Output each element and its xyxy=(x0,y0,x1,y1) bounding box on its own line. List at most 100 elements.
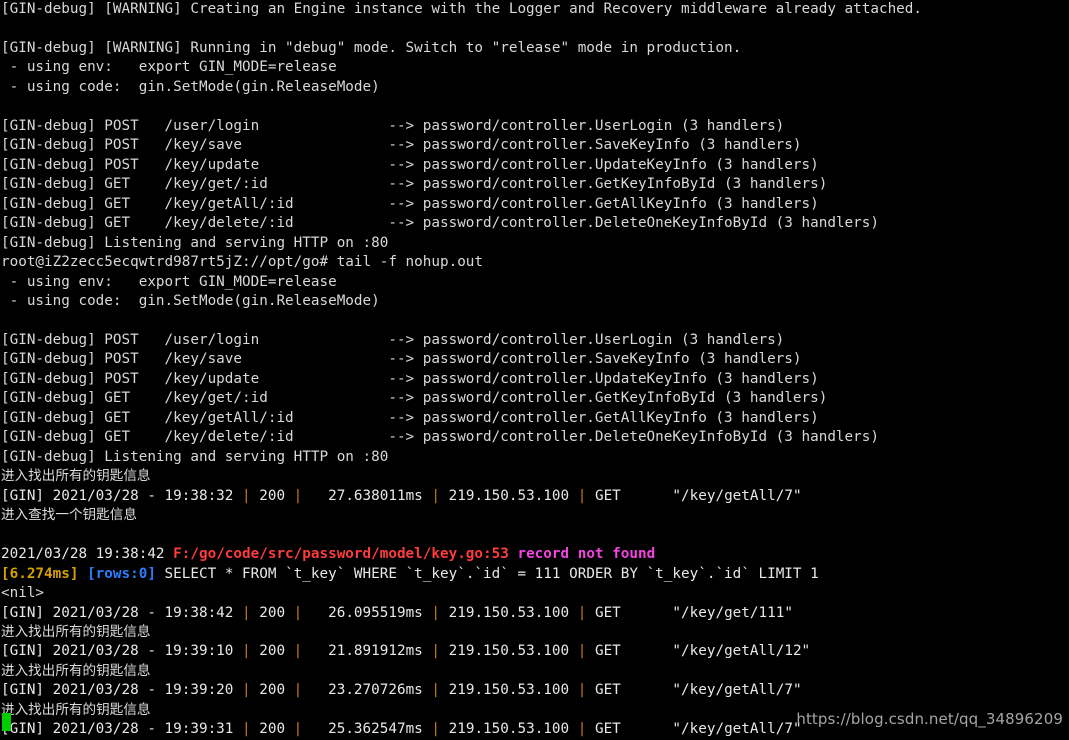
terminal-text-segment: | xyxy=(242,487,251,504)
terminal-line: [GIN-debug] POST /user/login --> passwor… xyxy=(0,117,1069,136)
terminal-cursor xyxy=(2,713,11,731)
terminal-output[interactable]: [GIN-debug] [WARNING] Creating an Engine… xyxy=(0,0,1069,740)
terminal-line: - using env: export GIN_MODE=release xyxy=(0,273,1069,292)
terminal-text-segment: 200 xyxy=(250,487,294,504)
terminal-text-segment: 进入找出所有的钥匙信息 xyxy=(1,624,151,640)
terminal-text-segment: 219.150.53.100 xyxy=(440,721,578,738)
terminal-text-segment: [GIN-debug] POST /user/login --> passwor… xyxy=(1,117,785,134)
terminal-text-segment: [GIN-debug] GET /key/getAll/:id --> pass… xyxy=(1,409,819,426)
terminal-line: [GIN] 2021/03/28 - 19:38:32 | 200 | 27.6… xyxy=(0,487,1069,506)
terminal-line: [GIN-debug] POST /key/save --> password/… xyxy=(0,350,1069,369)
terminal-text-segment: <nil> xyxy=(1,585,45,602)
terminal-text-segment: [GIN-debug] GET /key/delete/:id --> pass… xyxy=(1,215,879,232)
terminal-text-segment: | xyxy=(293,604,303,621)
terminal-text-segment: - using code: gin.SetMode(gin.ReleaseMod… xyxy=(1,293,380,310)
terminal-text-segment: [GIN-debug] POST /key/update --> passwor… xyxy=(1,370,819,387)
terminal-text-segment: [GIN-debug] GET /key/delete/:id --> pass… xyxy=(1,429,879,446)
terminal-text-segment: 200 xyxy=(250,682,294,699)
terminal-text-segment: [GIN-debug] GET /key/get/:id --> passwor… xyxy=(1,176,828,193)
terminal-line: - using code: gin.SetMode(gin.ReleaseMod… xyxy=(0,292,1069,311)
terminal-line: [GIN-debug] GET /key/delete/:id --> pass… xyxy=(0,428,1069,447)
terminal-text-segment: | xyxy=(431,604,441,621)
terminal-line: - using code: gin.SetMode(gin.ReleaseMod… xyxy=(0,78,1069,97)
terminal-line: 进入找出所有的钥匙信息 xyxy=(0,662,1069,681)
terminal-text-segment: GET "/key/get/111" xyxy=(586,604,793,621)
terminal-text-segment: GET "/key/getAll/7" xyxy=(586,487,802,504)
terminal-text-segment: 219.150.53.100 xyxy=(440,487,578,504)
terminal-text-segment: | xyxy=(431,487,441,504)
terminal-text-segment: | xyxy=(293,643,303,660)
terminal-line: - using env: export GIN_MODE=release xyxy=(0,58,1069,77)
terminal-line: <nil> xyxy=(0,584,1069,603)
terminal-text-segment: [GIN-debug] GET /key/get/:id --> passwor… xyxy=(1,390,828,407)
terminal-text-segment: 23.270726ms xyxy=(302,682,432,699)
terminal-line: [GIN-debug] POST /user/login --> passwor… xyxy=(0,331,1069,350)
terminal-text-segment: F:/go/code/src/password/model/key.go:53 xyxy=(173,546,509,563)
terminal-text-segment: [rows:0] xyxy=(87,565,156,582)
terminal-text-segment: 进入找出所有的钥匙信息 xyxy=(1,662,151,679)
terminal-text-segment: 27.638011ms xyxy=(302,487,432,504)
terminal-text-segment: [GIN-debug] Listening and serving HTTP o… xyxy=(1,448,389,465)
terminal-text-segment: 219.150.53.100 xyxy=(440,604,578,621)
terminal-text-segment: root@iZ2zecc5ecqwtrd987rt5jZ://opt/go# t… xyxy=(1,254,484,271)
terminal-line: [GIN-debug] GET /key/getAll/:id --> pass… xyxy=(0,195,1069,214)
terminal-text-segment: | xyxy=(431,721,441,738)
terminal-text-segment: [GIN] 2021/03/28 - 19:39:10 xyxy=(1,643,243,660)
terminal-line: [GIN-debug] GET /key/getAll/:id --> pass… xyxy=(0,409,1069,428)
terminal-line: [GIN-debug] POST /key/save --> password/… xyxy=(0,136,1069,155)
terminal-line: [GIN-debug] POST /key/update --> passwor… xyxy=(0,370,1069,389)
terminal-text-segment: | xyxy=(242,682,251,699)
terminal-line: 进入找出所有的钥匙信息 xyxy=(0,467,1069,486)
terminal-text-segment: 200 xyxy=(250,721,294,738)
terminal-text-segment: [6.274ms] xyxy=(1,565,88,582)
terminal-line: [GIN-debug] [WARNING] Running in "debug"… xyxy=(0,39,1069,58)
terminal-line: [GIN-debug] Listening and serving HTTP o… xyxy=(0,448,1069,467)
terminal-text-segment: [GIN-debug] GET /key/getAll/:id --> pass… xyxy=(1,195,819,212)
terminal-text-segment: | xyxy=(431,682,441,699)
terminal-text-segment: | xyxy=(242,721,251,738)
terminal-text-segment: | xyxy=(431,643,441,660)
terminal-text-segment: - using code: gin.SetMode(gin.ReleaseMod… xyxy=(1,78,380,95)
watermark-text: https://blog.csdn.net/qq_34896209 xyxy=(796,710,1063,728)
terminal-line: [GIN] 2021/03/28 - 19:39:20 | 200 | 23.2… xyxy=(0,681,1069,700)
terminal-text-segment: | xyxy=(242,604,251,621)
terminal-text-segment: [GIN-debug] [WARNING] Running in "debug"… xyxy=(1,39,742,56)
terminal-line: [GIN-debug] POST /key/update --> passwor… xyxy=(0,156,1069,175)
terminal-text-segment: | xyxy=(293,682,303,699)
terminal-text-segment: 进入查找一个钥匙信息 xyxy=(1,507,137,524)
terminal-text-segment: GET "/key/getAll/7" xyxy=(586,721,802,738)
terminal-line: [GIN] 2021/03/28 - 19:38:42 | 200 | 26.0… xyxy=(0,604,1069,623)
terminal-text-segment: record not found xyxy=(517,546,656,563)
terminal-text-segment: | xyxy=(242,643,251,660)
terminal-text-segment: 21.891912ms xyxy=(302,643,432,660)
terminal-text-segment: | xyxy=(293,487,303,504)
terminal-text-segment: 2021/03/28 19:38:42 xyxy=(1,546,174,563)
terminal-line: [GIN-debug] [WARNING] Creating an Engine… xyxy=(0,0,1069,19)
terminal-line: root@iZ2zecc5ecqwtrd987rt5jZ://opt/go# t… xyxy=(0,253,1069,272)
terminal-window[interactable]: [GIN-debug] [WARNING] Creating an Engine… xyxy=(0,0,1069,737)
terminal-text-segment: [GIN] 2021/03/28 - 19:39:31 xyxy=(1,721,243,738)
terminal-text-segment: 219.150.53.100 xyxy=(440,682,578,699)
terminal-text-segment: 219.150.53.100 xyxy=(440,643,578,660)
terminal-line: 进入找出所有的钥匙信息 xyxy=(0,623,1069,642)
terminal-text-segment: [GIN-debug] POST /key/update --> passwor… xyxy=(1,156,819,173)
terminal-line: [GIN-debug] GET /key/get/:id --> passwor… xyxy=(0,175,1069,194)
terminal-text-segment: 200 xyxy=(250,604,294,621)
terminal-line: 2021/03/28 19:38:42 F:/go/code/src/passw… xyxy=(0,545,1069,564)
terminal-line: [GIN-debug] GET /key/delete/:id --> pass… xyxy=(0,214,1069,233)
terminal-text-segment: [GIN] 2021/03/28 - 19:38:32 xyxy=(1,487,243,504)
terminal-text-segment: GET "/key/getAll/7" xyxy=(586,682,802,699)
terminal-text-segment: [GIN] 2021/03/28 - 19:39:20 xyxy=(1,682,243,699)
terminal-text-segment: 进入找出所有的钥匙信息 xyxy=(1,468,151,485)
terminal-line: [GIN-debug] Listening and serving HTTP o… xyxy=(0,234,1069,253)
terminal-text-segment: [GIN-debug] Listening and serving HTTP o… xyxy=(1,234,389,251)
terminal-text-segment: [GIN-debug] POST /user/login --> passwor… xyxy=(1,331,785,348)
terminal-text-segment: 进入找出所有的钥匙信息 xyxy=(1,701,151,718)
terminal-text-segment: [GIN-debug] POST /key/save --> password/… xyxy=(1,351,802,368)
terminal-line: [GIN-debug] GET /key/get/:id --> passwor… xyxy=(0,389,1069,408)
terminal-text-segment: - using env: export GIN_MODE=release xyxy=(1,273,337,290)
